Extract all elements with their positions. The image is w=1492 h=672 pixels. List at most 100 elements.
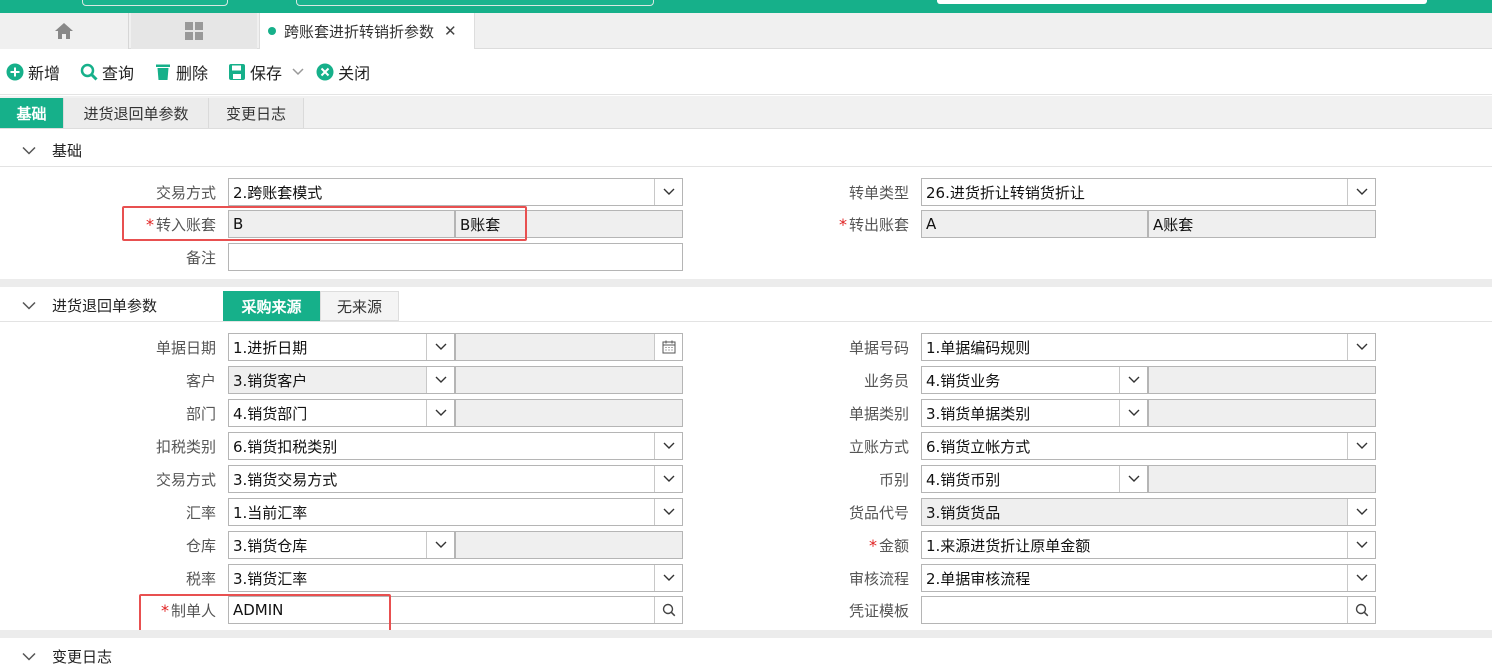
apps-tab[interactable] (131, 13, 257, 49)
header-button-2[interactable] (296, 0, 654, 6)
form-row: 业务员 4.销货业务 (693, 366, 1393, 394)
warehouse-field[interactable] (455, 531, 683, 559)
header-button-1[interactable] (82, 0, 228, 6)
trade-mode-select[interactable]: 2.跨账套模式 (228, 178, 683, 206)
tab-transfer-params[interactable]: 跨账套进折转销折参数 ✕ (259, 13, 475, 49)
close-button[interactable]: 关闭 (316, 60, 370, 84)
floppy-icon (228, 63, 246, 81)
tab-return-params[interactable]: 进货退回单参数 (64, 98, 209, 128)
exchange-rate-select[interactable]: 1.当前汇率 (228, 498, 683, 526)
home-tab[interactable] (0, 13, 129, 49)
chevron-down-icon[interactable] (654, 433, 682, 459)
field-label: 转单类型 (848, 183, 909, 202)
active-dot-icon (268, 27, 276, 35)
form-row: 立账方式 6.销货立帐方式 (693, 432, 1393, 460)
account-method-select[interactable]: 6.销货立帐方式 (921, 432, 1376, 460)
plus-circle-icon (6, 63, 24, 81)
doc-date-select[interactable]: 1.进折日期 (228, 333, 455, 361)
chevron-down-icon[interactable] (1347, 532, 1375, 558)
amount-select[interactable]: 1.来源进货折让原单金额 (921, 531, 1376, 559)
department-field[interactable] (455, 399, 683, 427)
trade-method-select[interactable]: 3.销货交易方式 (228, 465, 683, 493)
chevron-down-icon[interactable] (1119, 466, 1147, 492)
new-button[interactable]: 新增 (6, 60, 60, 84)
field-label: 税率 (185, 569, 216, 588)
grid-icon (185, 22, 203, 40)
search-icon[interactable] (654, 597, 682, 623)
chevron-down-icon[interactable] (654, 179, 682, 205)
field-label: 交易方式 (155, 183, 216, 202)
close-tab-icon[interactable]: ✕ (444, 22, 457, 40)
section-divider (0, 279, 1492, 287)
form-row: 备注 (0, 243, 1492, 271)
chevron-down-icon (22, 301, 36, 310)
customer-field[interactable] (455, 366, 683, 394)
section-header-basic[interactable]: 基础 (0, 135, 1492, 167)
delete-button[interactable]: 删除 (154, 60, 208, 84)
chevron-down-icon (22, 146, 36, 155)
form-row: 单据类别 3.销货单据类别 (693, 399, 1393, 427)
salesperson-select[interactable]: 4.销货业务 (921, 366, 1148, 394)
tab-basic[interactable]: 基础 (0, 98, 64, 128)
chevron-down-icon[interactable] (1119, 400, 1147, 426)
chevron-down-icon[interactable] (1347, 499, 1375, 525)
form-row: 交易方式 2.跨账套模式 转单类型 26.进货折让转销货折让 (0, 178, 1492, 206)
tax-rate-select[interactable]: 3.销货汇率 (228, 564, 683, 592)
tax-category-select[interactable]: 6.销货扣税类别 (228, 432, 683, 460)
toolbar: 新增 查询 删除 保存 关闭 (0, 49, 1492, 95)
field-label: 单据号码 (848, 338, 909, 357)
search-icon[interactable] (1347, 597, 1375, 623)
chevron-down-icon[interactable] (1347, 179, 1375, 205)
doc-date-field[interactable] (455, 333, 683, 361)
form-row: 扣税类别 6.销货扣税类别 (0, 432, 700, 460)
form-row: 货品代号 3.销货货品 (693, 498, 1393, 526)
transfer-type-select[interactable]: 26.进货折让转销货折让 (921, 178, 1376, 206)
chevron-down-icon[interactable] (1347, 334, 1375, 360)
close-label: 关闭 (338, 63, 371, 83)
chevron-down-icon[interactable] (292, 67, 304, 76)
field-label: 单据类别 (848, 404, 909, 423)
warehouse-select[interactable]: 3.销货仓库 (228, 531, 455, 559)
chevron-down-icon[interactable] (426, 367, 454, 393)
chevron-down-icon[interactable] (426, 400, 454, 426)
product-code-select[interactable]: 3.销货货品 (921, 498, 1376, 526)
search-icon (80, 63, 98, 81)
chevron-down-icon[interactable] (654, 499, 682, 525)
calendar-icon[interactable] (654, 334, 682, 360)
save-button[interactable]: 保存 (228, 60, 304, 84)
doc-number-select[interactable]: 1.单据编码规则 (921, 333, 1376, 361)
voucher-template-lookup[interactable] (921, 596, 1376, 624)
section-title: 进货退回单参数 (52, 297, 158, 315)
chevron-down-icon[interactable] (654, 466, 682, 492)
salesperson-field[interactable] (1148, 366, 1376, 394)
segment-no-source[interactable]: 无来源 (320, 291, 399, 321)
section-header-log[interactable]: 变更日志 (0, 640, 1492, 672)
segment-purchase-source[interactable]: 采购来源 (223, 291, 320, 321)
field-label: 币别 (878, 470, 909, 489)
doc-category-select[interactable]: 3.销货单据类别 (921, 399, 1148, 427)
field-label: 交易方式 (155, 470, 216, 489)
department-select[interactable]: 4.销货部门 (228, 399, 455, 427)
remark-input[interactable] (228, 243, 683, 271)
chevron-down-icon[interactable] (1119, 367, 1147, 393)
chevron-down-icon[interactable] (1347, 433, 1375, 459)
chevron-down-icon[interactable] (426, 532, 454, 558)
form-row: 币别 4.销货币别 (693, 465, 1393, 493)
field-label: 凭证模板 (848, 601, 909, 620)
tab-change-log[interactable]: 变更日志 (209, 98, 304, 128)
doc-category-field[interactable] (1148, 399, 1376, 427)
customer-select[interactable]: 3.销货客户 (228, 366, 455, 394)
chevron-down-icon[interactable] (654, 565, 682, 591)
approval-flow-select[interactable]: 2.单据审核流程 (921, 564, 1376, 592)
close-circle-icon (316, 63, 334, 81)
header-search-box[interactable] (937, 0, 1427, 4)
chevron-down-icon[interactable] (426, 334, 454, 360)
chevron-down-icon[interactable] (1347, 565, 1375, 591)
currency-field[interactable] (1148, 465, 1376, 493)
section-title: 变更日志 (52, 647, 113, 666)
currency-select[interactable]: 4.销货币别 (921, 465, 1148, 493)
query-button[interactable]: 查询 (80, 60, 134, 84)
out-book-code-field[interactable]: A (921, 210, 1148, 238)
tab-title: 跨账套进折转销折参数 (284, 22, 435, 41)
field-label: 仓库 (185, 536, 216, 555)
